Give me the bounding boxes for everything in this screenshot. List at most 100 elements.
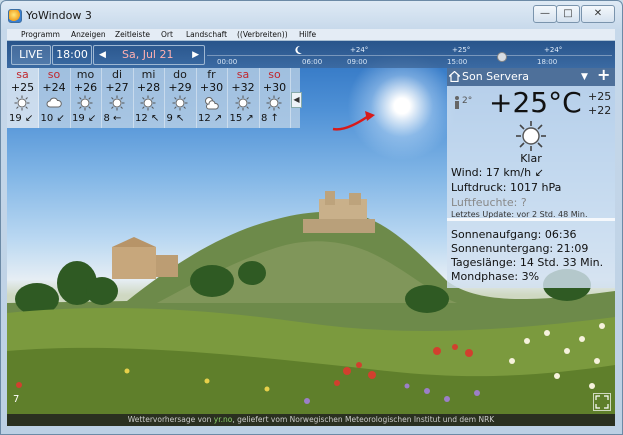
yr-link[interactable]: yr.no	[214, 415, 233, 424]
sun-icon	[140, 95, 156, 111]
location-bar: Son Servera ▼ +	[447, 66, 615, 86]
yowindow-app-icon	[8, 9, 22, 23]
timeline-temp: +24°	[350, 46, 369, 54]
menu-programm[interactable]: Programm	[21, 30, 60, 39]
forecast-high: +30	[262, 81, 287, 94]
sun-icon	[235, 95, 251, 111]
forecast-low: 12 ↗	[198, 113, 223, 124]
forecast-day-name: so	[268, 68, 281, 81]
forecast-day[interactable]: sa +32 15 ↗	[228, 68, 260, 128]
add-location-button[interactable]: +	[597, 66, 610, 84]
fullscreen-icon[interactable]	[593, 393, 611, 411]
forecast-day[interactable]: so +30 8 ↑	[259, 68, 291, 128]
time-display[interactable]: 18:00	[52, 45, 92, 65]
forecast-low: 19 ↙	[9, 113, 34, 124]
red-arrow-annotation	[332, 111, 375, 131]
day-length-info: Tageslänge: 14 Std. 33 Min.	[451, 256, 604, 269]
timeline-hour: 06:00	[302, 58, 323, 66]
forecast-high: +28	[136, 81, 161, 94]
forecast-high: +26	[73, 81, 98, 94]
sun-icon	[516, 121, 546, 151]
forecast-high: +30	[199, 81, 224, 94]
timeline-hour: 00:00	[217, 58, 238, 66]
humidity-info: Luftfeuchte: ?	[451, 196, 527, 209]
cloud-icon	[46, 95, 62, 111]
forecast-day-name: di	[111, 68, 123, 81]
forecast-day[interactable]: mi +28 12 ↖	[133, 68, 165, 128]
menu-verbreiten[interactable]: ((Verbreiten))	[237, 30, 288, 39]
minimize-button[interactable]: —	[533, 5, 557, 23]
sunset-info: Sonnenuntergang: 21:09	[451, 242, 589, 255]
attribution-suffix: , geliefert vom Norwegischen Meteorologi…	[232, 415, 495, 424]
menu-landschaft[interactable]: Landschaft	[186, 30, 227, 39]
corner-number: 7	[13, 394, 20, 405]
forecast-low: 15 ↗	[229, 113, 254, 124]
menu-hilfe[interactable]: Hilfe	[299, 30, 316, 39]
forecast-day-name: so	[47, 68, 61, 81]
live-button[interactable]: LIVE	[11, 45, 51, 65]
timeline-hour: 09:00	[347, 58, 368, 66]
moon-icon	[295, 45, 302, 54]
menu-zeitleiste[interactable]: Zeitleiste	[115, 30, 150, 39]
prev-day-button[interactable]: ◀	[99, 46, 106, 64]
forecast-day-name: fr	[207, 68, 216, 81]
current-temperature: +25°C	[489, 86, 582, 119]
sun-icon	[266, 95, 282, 111]
forecast-low: 9 ↖	[166, 113, 185, 124]
timeline-temp: +25°	[452, 46, 471, 54]
collapse-forecast-button[interactable]: ◀	[291, 92, 302, 108]
weather-scene: LIVE 18:00 ◀ Sa, Jul 21 ▶ 00:00 06:00 09…	[7, 41, 615, 426]
wind-info: Wind: 17 km/h ↙	[451, 166, 544, 179]
title-bar[interactable]: YoWindow 3 — □ ✕	[1, 1, 622, 29]
home-icon[interactable]	[449, 71, 460, 82]
forecast-day[interactable]: fr +30 12 ↗	[196, 68, 228, 128]
sun-icon	[14, 95, 30, 111]
forecast-high: +27	[105, 81, 129, 94]
weather-info-panel: Son Servera ▼ + 2° +25°C +25 +22 Klar Wi…	[447, 66, 615, 288]
window-title: YoWindow 3	[26, 9, 92, 22]
timeline-knob[interactable]	[497, 52, 507, 62]
forecast-day[interactable]: do +29 9 ↖	[165, 68, 197, 128]
sun-icon	[109, 95, 125, 111]
menu-bar: Programm Anzeigen Zeitleiste Ort Landsch…	[7, 29, 615, 41]
high-temp: +25	[588, 90, 612, 103]
panel-divider	[447, 218, 615, 221]
timeline-track	[207, 55, 612, 56]
close-button[interactable]: ✕	[581, 5, 615, 23]
person-icon	[455, 96, 459, 109]
forecast-day[interactable]: so +24 10 ↙	[39, 68, 71, 128]
sun-icon	[172, 95, 188, 111]
pressure-info: Luftdruck: 1017 hPa	[451, 181, 562, 194]
timeline-toolbar: LIVE 18:00 ◀ Sa, Jul 21 ▶ 00:00 06:00 09…	[7, 41, 615, 68]
app-window: YoWindow 3 — □ ✕ Programm Anzeigen Zeitl…	[0, 0, 623, 435]
maximize-button[interactable]: □	[556, 5, 580, 23]
moon-phase-info: Mondphase: 3%	[451, 270, 540, 283]
forecast-high: +25	[10, 81, 35, 94]
forecast-high: +24	[42, 81, 66, 94]
forecast-strip: sa +25 19 ↙ so +24 10 ↙ mo +26 19 ↙ di +27 8 ← mi +28…	[7, 68, 300, 128]
forecast-low: 10 ↙	[40, 113, 65, 124]
attribution-prefix: Wettervorhersage von	[127, 415, 214, 424]
sun-cloud-icon	[203, 95, 219, 111]
forecast-high: +32	[231, 81, 255, 94]
timeline-slider[interactable]: 00:00 06:00 09:00 15:00 18:00 +24° +25° …	[207, 43, 612, 66]
date-selector: ◀ Sa, Jul 21 ▶	[93, 45, 205, 65]
forecast-day[interactable]: mo +26 19 ↙	[70, 68, 102, 128]
forecast-low: 8 ←	[103, 113, 122, 124]
forecast-day-name: sa	[236, 68, 250, 81]
forecast-day-name: mi	[141, 68, 156, 81]
forecast-low: 19 ↙	[72, 113, 97, 124]
menu-anzeigen[interactable]: Anzeigen	[71, 30, 106, 39]
forecast-day-name: do	[173, 68, 187, 81]
next-day-button[interactable]: ▶	[192, 46, 199, 64]
timeline-hour: 18:00	[537, 58, 558, 66]
condition-label: Klar	[520, 152, 542, 165]
forecast-day-name: mo	[76, 68, 95, 81]
forecast-day[interactable]: di +27 8 ←	[102, 68, 134, 128]
location-name[interactable]: Son Servera	[462, 68, 529, 86]
timeline-hour: 15:00	[447, 58, 468, 66]
forecast-day[interactable]: sa +25 19 ↙	[7, 68, 39, 128]
menu-ort[interactable]: Ort	[161, 30, 173, 39]
attribution-bar: Wettervorhersage von yr.no, geliefert vo…	[7, 414, 615, 426]
location-dropdown-icon[interactable]: ▼	[581, 68, 588, 86]
